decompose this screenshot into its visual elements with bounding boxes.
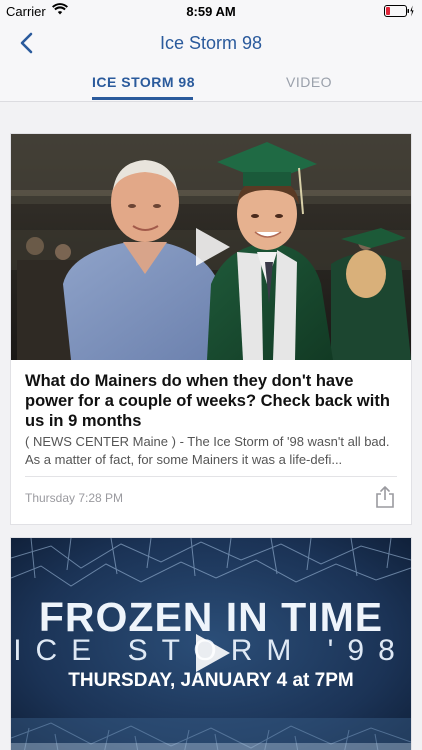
tab-ice-storm-98[interactable]: ICE STORM 98 [92,74,195,90]
clock: 8:59 AM [186,4,236,19]
frozen-in-time-poster[interactable]: FROZEN IN TIME ICE STORM '98 THURSDAY, J… [11,538,411,750]
article-video-thumbnail[interactable] [11,134,411,360]
active-tab-indicator [92,97,193,100]
charging-bolt-icon [410,5,414,17]
article-summary: ( NEWS CENTER Maine ) - The Ice Storm of… [25,434,390,467]
battery-icon [384,5,414,17]
play-icon[interactable] [188,224,234,270]
tab-video[interactable]: VIDEO [286,74,332,90]
navigation-bar: Ice Storm 98 [0,22,422,64]
article-headline[interactable]: What do Mainers do when they don't have … [25,371,401,431]
status-bar: Carrier 8:59 AM [0,0,422,22]
article-card[interactable]: What do Mainers do when they don't have … [11,134,411,524]
play-icon[interactable] [188,630,234,676]
share-icon[interactable] [373,485,397,509]
tab-bar: ICE STORM 98 VIDEO [0,64,422,102]
article-card[interactable]: FROZEN IN TIME ICE STORM '98 THURSDAY, J… [11,538,411,750]
divider [25,476,397,477]
page-title: Ice Storm 98 [159,33,263,53]
article-timestamp: Thursday 7:28 PM [25,491,124,505]
